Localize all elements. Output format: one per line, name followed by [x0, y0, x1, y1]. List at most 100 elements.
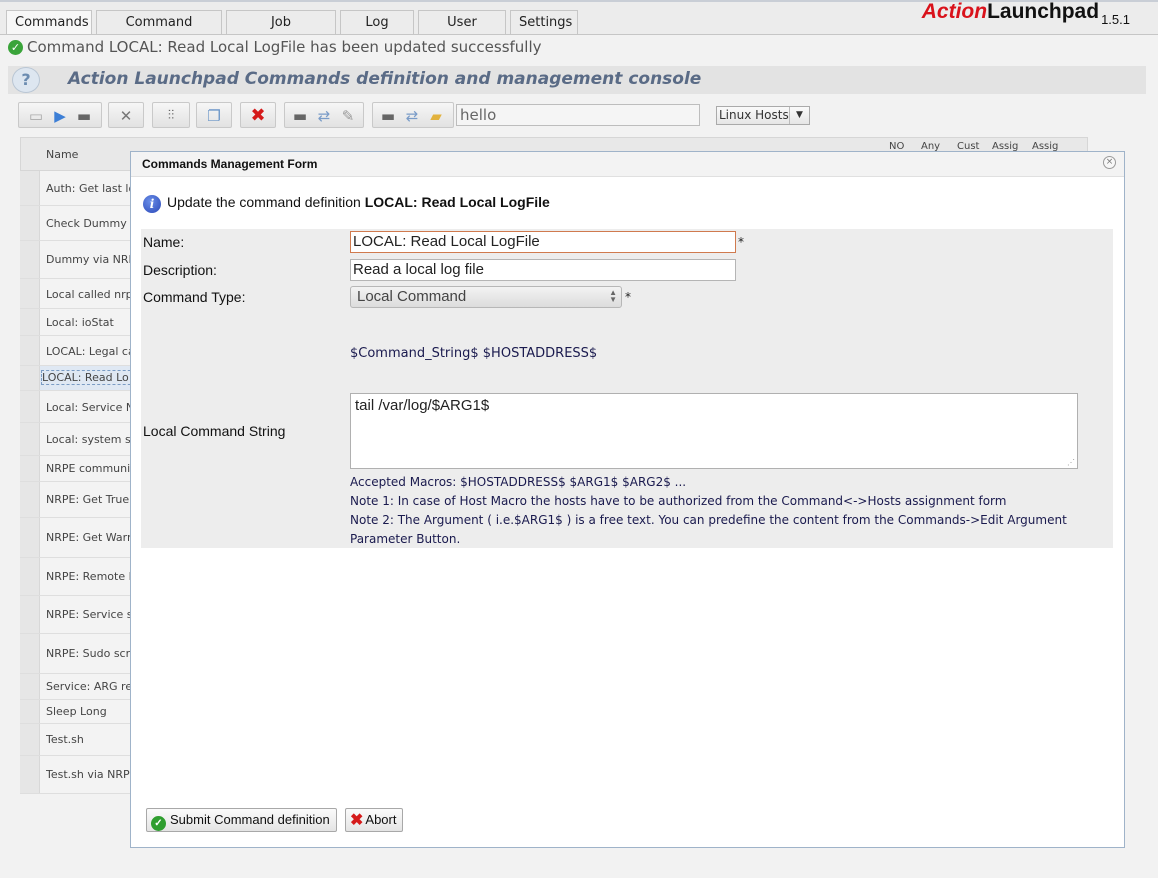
table-row-selected[interactable]: LOCAL: Read Lo: [20, 366, 141, 391]
macros-note: Accepted Macros: $HOSTADDRESS$ $ARG1$ $A…: [350, 475, 687, 489]
table-row[interactable]: NRPE: Get Warn: [20, 518, 140, 558]
row-name: Test.sh: [46, 733, 84, 746]
command-form: Name: LOCAL: Read Local LogFile * Descri…: [141, 229, 1113, 548]
command-template: $Command_String$ $HOSTADDRESS$: [350, 346, 598, 361]
close-icon[interactable]: ×: [1103, 156, 1116, 169]
console-title: Action Launchpad Commands definition and…: [68, 69, 702, 89]
paint-icon[interactable]: ✎: [339, 107, 357, 125]
transfer2-icon[interactable]: ⇄: [403, 107, 421, 125]
table-row[interactable]: Test.sh via NRPE: [20, 756, 140, 794]
name-field[interactable]: LOCAL: Read Local LogFile: [350, 231, 736, 253]
description-field[interactable]: Read a local log file: [350, 259, 736, 281]
tab-settings[interactable]: Settings: [510, 10, 578, 34]
copy-icon[interactable]: ❐: [205, 107, 223, 125]
table-row[interactable]: NRPE: Sudo scrip: [20, 634, 140, 674]
app-logo: ActionLaunchpad 1.5.1: [921, 0, 1130, 27]
new-icon[interactable]: ▭: [27, 107, 45, 125]
tab-log-view[interactable]: Log View: [340, 10, 414, 54]
note-2-continued: Parameter Button.: [350, 532, 461, 546]
table-row[interactable]: Local called nrpe: [20, 279, 140, 309]
folder-icon[interactable]: ▰: [427, 107, 445, 125]
transfer-icon[interactable]: ⇄: [315, 107, 333, 125]
update-heading: i Update the command definition LOCAL: Re…: [143, 194, 550, 213]
submit-label: Submit Command definition: [170, 812, 330, 827]
commands-management-dialog: Commands Management Form × i Update the c…: [130, 151, 1125, 848]
table-row[interactable]: Check Dummy vi: [20, 206, 140, 241]
help-icon[interactable]: ?: [12, 67, 40, 93]
row-name: Local: system sta: [46, 433, 140, 446]
terminal2-icon[interactable]: ▬: [379, 107, 397, 125]
row-name: NRPE: Remote R: [46, 570, 137, 583]
run-icon[interactable]: ▶: [51, 107, 69, 125]
console-icon[interactable]: ▬: [75, 107, 93, 125]
toolbar: ▭ ▶ ▬ ✕ ⫶⫶ ❐ ✖ ▬ ⇄ ✎ ▬ ⇄ ▰: [18, 102, 838, 128]
brand-action: Action: [921, 0, 988, 23]
settings-sliders-icon[interactable]: ⫶⫶: [162, 107, 180, 125]
x-icon: ✖: [350, 812, 364, 829]
status-message-text: Command LOCAL: Read Local LogFile has be…: [27, 38, 542, 56]
filter-input[interactable]: hello: [456, 104, 700, 126]
update-command-name: LOCAL: Read Local LogFile: [364, 194, 550, 210]
table-row[interactable]: Local: ioStat: [20, 309, 140, 336]
success-check-icon: ✓: [8, 40, 23, 55]
brand-version: 1.5.1: [1101, 12, 1130, 27]
table-row[interactable]: Test.sh: [20, 724, 140, 756]
check-icon: ✓: [151, 816, 166, 831]
table-row[interactable]: Auth: Get last log: [20, 171, 140, 206]
toolbar-group-tools: ✕: [108, 102, 144, 128]
command-type-label: Command Type:: [143, 289, 246, 305]
column-name[interactable]: Name: [46, 138, 78, 172]
tab-job-scheduling[interactable]: Job Scheduling: [226, 10, 336, 54]
toolbar-group-transfer: ▬ ⇄ ✎: [284, 102, 364, 128]
row-name: Sleep Long: [46, 705, 107, 718]
tab-user-mgmt[interactable]: User Mgmt.: [418, 10, 506, 54]
command-type-value: Local Command: [357, 288, 467, 305]
table-row[interactable]: NRPE: Remote R: [20, 558, 140, 596]
submit-button[interactable]: ✓ Submit Command definition: [146, 808, 337, 832]
required-mark: *: [625, 290, 631, 304]
table-row[interactable]: NRPE: Get True: [20, 482, 140, 518]
delete-icon[interactable]: ✖: [249, 107, 267, 125]
resize-grip-icon[interactable]: ⋰: [1067, 458, 1075, 467]
toolbar-group-delete: ✖: [240, 102, 276, 128]
table-row[interactable]: LOCAL: Legal cat: [20, 336, 140, 366]
toolbar-group-create: ▭ ▶ ▬: [18, 102, 102, 128]
local-command-textarea[interactable]: tail /var/log/$ARG1$ ⋰: [350, 393, 1078, 469]
description-label: Description:: [143, 262, 217, 278]
row-name: Check Dummy vi: [46, 217, 140, 230]
update-prefix: Update the command definition: [167, 194, 361, 210]
table-row[interactable]: Local: system sta: [20, 423, 140, 456]
table-row[interactable]: Service: ARG res: [20, 674, 140, 700]
row-name: NRPE: Sudo scrip: [46, 647, 140, 660]
row-name: Local called nrpe: [46, 288, 140, 301]
table-row[interactable]: Dummy via NRPE: [20, 241, 140, 279]
commands-grid-body: Auth: Get last log Check Dummy vi Dummy …: [20, 171, 141, 794]
table-row[interactable]: NRPE: Service st: [20, 596, 140, 634]
host-group-value: Linux Hosts: [719, 108, 789, 122]
command-type-select[interactable]: Local Command ▲ ▼: [350, 286, 622, 308]
dialog-title: Commands Management Form: [142, 157, 318, 171]
host-group-select[interactable]: Linux Hosts ▼: [716, 106, 810, 125]
note-1: Note 1: In case of Host Macro the hosts …: [350, 494, 1007, 508]
terminal-icon[interactable]: ▬: [291, 107, 309, 125]
row-name: NRPE communica: [46, 462, 140, 475]
row-name: LOCAL: Legal cat: [46, 345, 140, 358]
abort-button[interactable]: ✖ Abort: [345, 808, 404, 832]
row-name: Local: Service Na: [46, 401, 140, 414]
tab-commands[interactable]: Commands: [6, 10, 92, 36]
tab-command-groups[interactable]: Command Groups: [96, 10, 222, 54]
table-row[interactable]: Sleep Long: [20, 700, 140, 724]
select-arrows-icon: ▲ ▼: [609, 288, 617, 304]
dialog-titlebar[interactable]: Commands Management Form ×: [131, 152, 1124, 177]
row-name: NRPE: Get True: [46, 493, 130, 506]
tools-icon[interactable]: ✕: [117, 107, 135, 125]
console-header: ? Action Launchpad Commands definition a…: [8, 66, 1146, 94]
row-name: NRPE: Service st: [46, 608, 137, 621]
note-2: Note 2: The Argument ( i.e.$ARG1$ ) is a…: [350, 513, 1067, 527]
row-name: NRPE: Get Warn: [46, 531, 134, 544]
table-row[interactable]: NRPE communica: [20, 456, 140, 482]
abort-label: Abort: [365, 812, 397, 827]
toolbar-group-copy: ❐: [196, 102, 232, 128]
local-command-label: Local Command String: [143, 423, 286, 439]
table-row[interactable]: Local: Service Na: [20, 391, 140, 423]
